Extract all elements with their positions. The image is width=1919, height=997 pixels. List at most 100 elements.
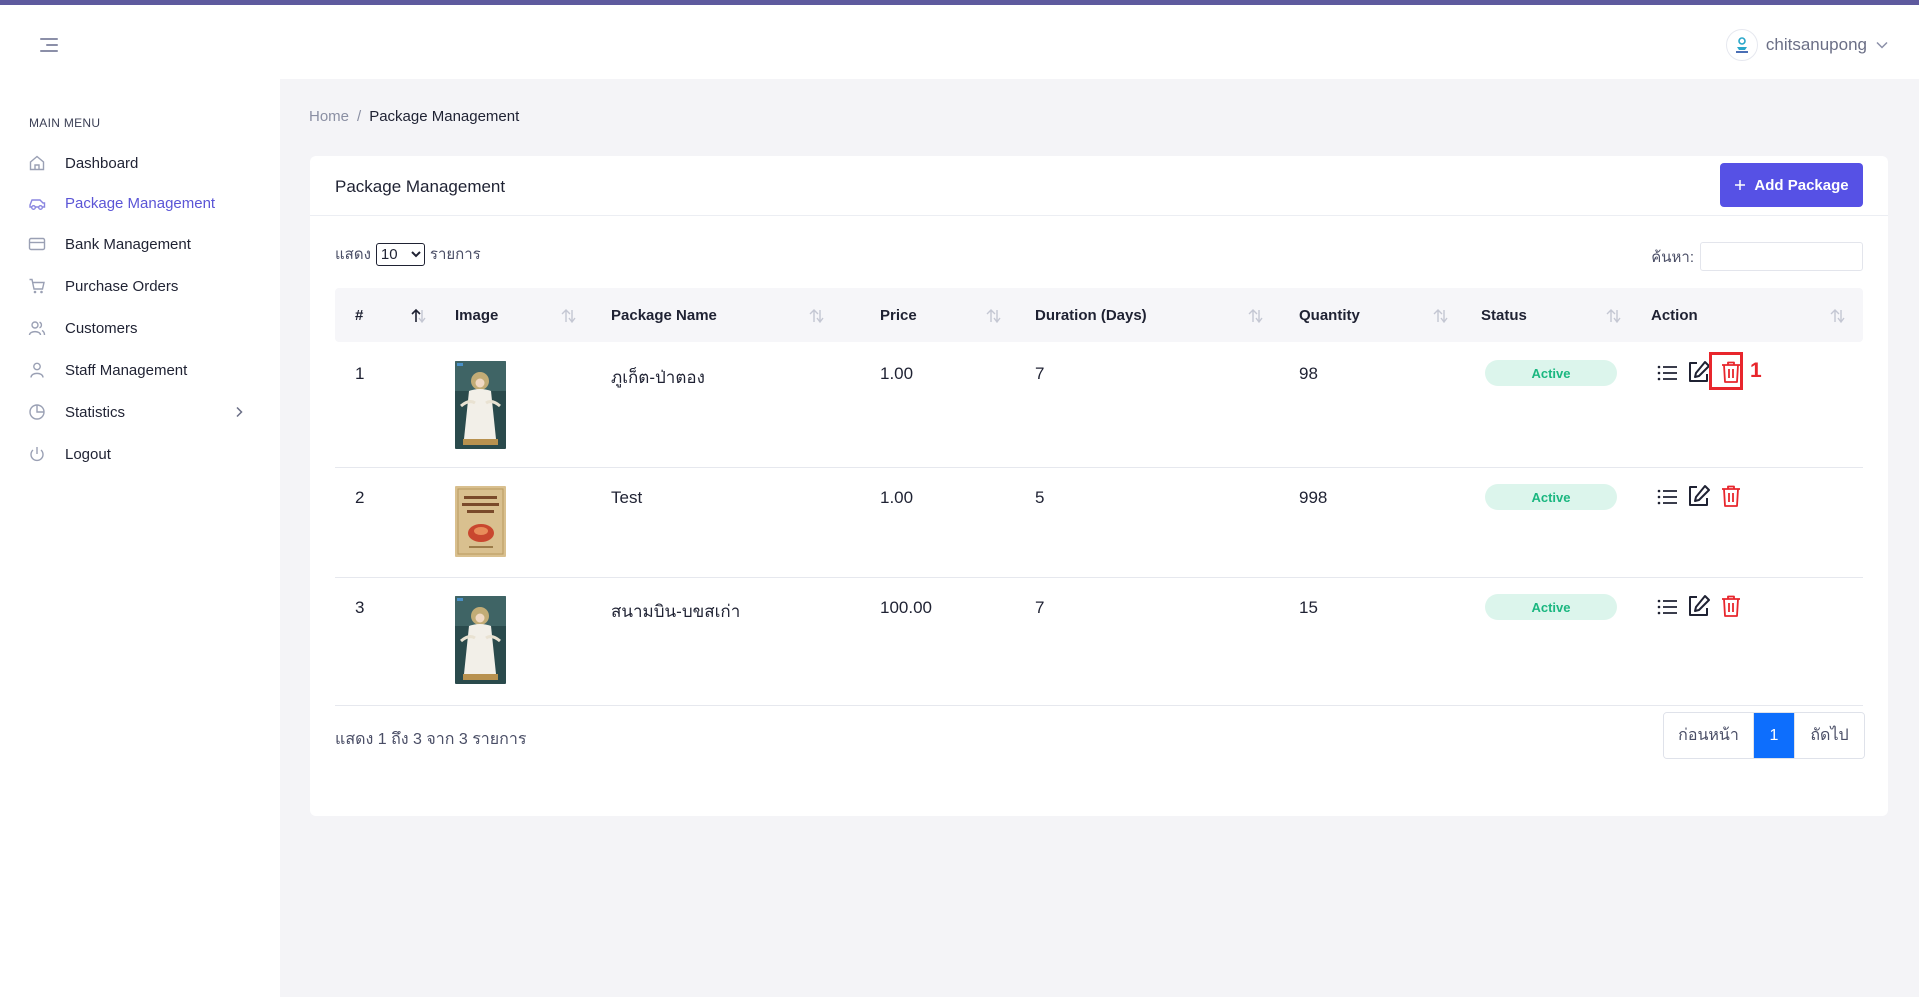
package-quantity: 998 — [1299, 488, 1328, 507]
sidebar: MAIN MENU Dashboard Package Management B… — [0, 79, 280, 997]
sidebar-item-package-management[interactable]: Package Management — [0, 185, 280, 221]
table-header: # Image Package Name Price Duration (Day… — [335, 288, 1863, 342]
package-duration: 7 — [1035, 598, 1045, 617]
username: chitsanupong — [1765, 35, 1867, 54]
sort-icon — [1433, 309, 1448, 324]
package-quantity: 15 — [1299, 598, 1318, 617]
add-package-label: Add Package — [1754, 176, 1849, 194]
row-number: 1 — [355, 364, 365, 383]
table-row: 2 Test 1.00 5 998 Active — [335, 468, 1863, 578]
users-icon — [28, 321, 46, 336]
sidebar-item-label: Bank Management — [65, 235, 191, 253]
car-icon — [29, 199, 46, 210]
column-header-image[interactable]: Image — [455, 288, 582, 342]
home-icon — [29, 155, 45, 171]
package-image[interactable] — [455, 486, 506, 557]
pagination-page-1[interactable]: 1 — [1754, 713, 1794, 758]
table-info: แสดง 1 ถึง 3 จาก 3 รายการ — [335, 731, 527, 748]
column-header-package-name[interactable]: Package Name — [611, 288, 830, 342]
sort-icon — [1830, 309, 1845, 324]
user-icon — [30, 362, 44, 378]
column-header-action[interactable]: Action — [1651, 288, 1851, 342]
status-badge: Active — [1485, 360, 1617, 386]
table-row: 3 สนามบิน-บขสเก่า 100.00 7 15 Active — [335, 578, 1863, 706]
sort-icon — [561, 309, 576, 324]
row-number: 2 — [355, 488, 365, 507]
status-badge: Active — [1485, 484, 1617, 510]
add-package-button[interactable]: Add Package — [1720, 163, 1863, 207]
annotation-label: 1 — [1750, 359, 1762, 382]
package-price: 1.00 — [880, 364, 914, 383]
cart-icon — [29, 278, 45, 294]
details-list-icon[interactable] — [1655, 484, 1681, 510]
chevron-right-icon — [236, 406, 243, 418]
package-card: Package Management Add Package แสดง 10 2… — [310, 156, 1888, 816]
sidebar-item-label: Staff Management — [65, 361, 188, 379]
column-header-number[interactable]: # — [355, 288, 435, 342]
sidebar-item-label: Statistics — [65, 403, 126, 421]
chevron-down-icon — [1876, 41, 1888, 49]
pie-chart-icon — [29, 404, 45, 420]
column-header-quantity[interactable]: Quantity — [1299, 288, 1459, 342]
package-name: Test — [611, 488, 643, 507]
avatar — [1725, 29, 1758, 61]
package-duration: 7 — [1035, 364, 1045, 383]
sort-asc-icon — [411, 308, 426, 324]
page-length-select[interactable]: 10 25 50 100 — [375, 242, 425, 266]
search-control: ค้นหา: — [1651, 242, 1863, 271]
breadcrumb-separator: / — [357, 108, 362, 125]
column-header-duration[interactable]: Duration (Days) — [1035, 288, 1275, 342]
status-badge: Active — [1485, 594, 1617, 620]
pagination-previous[interactable]: ก่อนหน้า — [1664, 713, 1754, 758]
sidebar-item-label: Package Management — [65, 194, 216, 212]
menu-section-title: MAIN MENU — [29, 116, 101, 130]
card-header: Package Management Add Package — [310, 156, 1888, 216]
page-title: Package Management — [335, 177, 506, 196]
delete-trash-icon[interactable] — [1718, 593, 1744, 619]
breadcrumb: Home / Package Management — [309, 108, 519, 125]
details-list-icon[interactable] — [1655, 594, 1681, 620]
sort-icon — [1248, 309, 1263, 324]
edit-icon[interactable] — [1686, 593, 1712, 619]
plus-icon — [1735, 180, 1746, 190]
breadcrumb-home-link[interactable]: Home — [309, 108, 349, 125]
sidebar-item-dashboard[interactable]: Dashboard — [0, 145, 280, 181]
sidebar-item-label: Logout — [65, 445, 111, 463]
pagination-next[interactable]: ถัดไป — [1794, 713, 1864, 758]
sidebar-item-bank-management[interactable]: Bank Management — [0, 226, 280, 262]
sidebar-item-customers[interactable]: Customers — [0, 310, 280, 346]
sidebar-item-statistics[interactable]: Statistics — [0, 394, 280, 430]
sort-icon — [986, 309, 1001, 324]
annotation-highlight-box — [1709, 352, 1743, 390]
package-image[interactable] — [455, 361, 506, 449]
sidebar-item-staff-management[interactable]: Staff Management — [0, 352, 280, 388]
user-menu[interactable]: chitsanupong — [1725, 27, 1889, 63]
package-name: ภูเก็ต-ป่าตอง — [611, 368, 705, 387]
column-header-price[interactable]: Price — [880, 288, 1010, 342]
sidebar-item-label: Dashboard — [65, 154, 139, 172]
edit-icon[interactable] — [1686, 483, 1712, 509]
package-duration: 5 — [1035, 488, 1045, 507]
show-label: แสดง — [335, 246, 371, 263]
menu-toggle-icon[interactable] — [40, 38, 58, 52]
row-number: 3 — [355, 598, 365, 617]
top-header: chitsanupong — [0, 5, 1919, 79]
column-header-status[interactable]: Status — [1481, 288, 1631, 342]
package-price: 1.00 — [880, 488, 914, 507]
page-length-control: แสดง 10 25 50 100 รายการ — [335, 242, 481, 266]
details-list-icon[interactable] — [1655, 360, 1681, 386]
delete-trash-icon[interactable] — [1718, 483, 1744, 509]
package-name: สนามบิน-บขสเก่า — [611, 602, 741, 621]
package-table: # Image Package Name Price Duration (Day… — [335, 288, 1863, 706]
sidebar-item-purchase-orders[interactable]: Purchase Orders — [0, 268, 280, 304]
sort-icon — [1606, 309, 1621, 324]
search-input[interactable] — [1700, 242, 1863, 271]
table-row: 1 ภูเก็ต-ป่าตอง 1.00 7 98 Active 1 — [335, 342, 1863, 468]
package-price: 100.00 — [880, 598, 932, 617]
package-image[interactable] — [455, 596, 506, 684]
sidebar-item-label: Purchase Orders — [65, 277, 179, 295]
sort-icon — [809, 309, 824, 324]
sidebar-item-logout[interactable]: Logout — [0, 436, 280, 472]
search-label: ค้นหา: — [1651, 248, 1694, 266]
entries-label: รายการ — [429, 246, 481, 263]
